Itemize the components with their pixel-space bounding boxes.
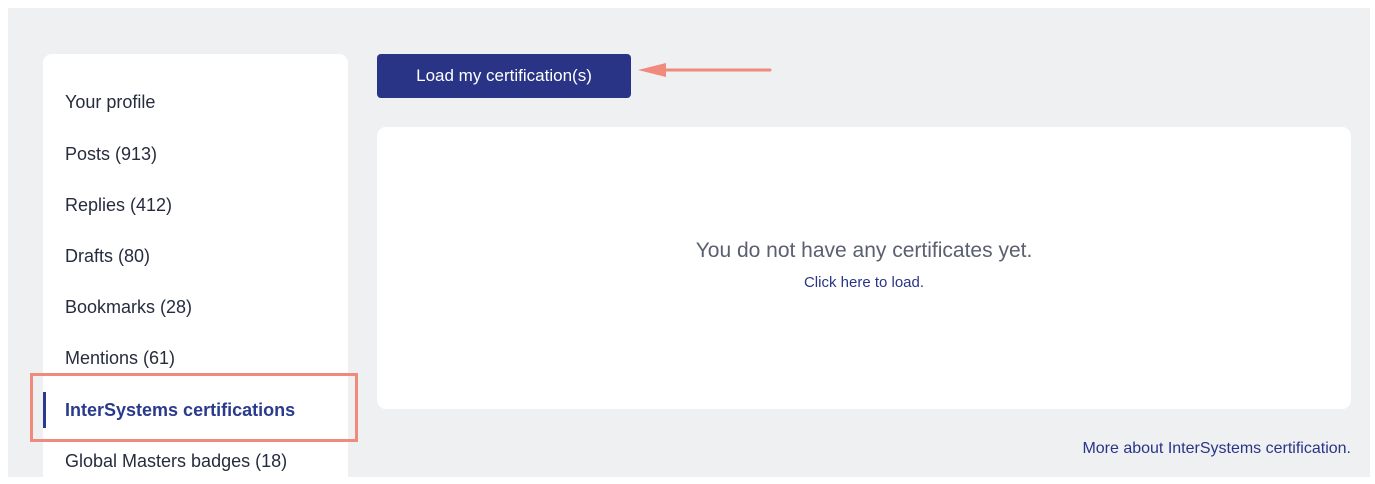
sidebar-item-label: InterSystems certifications [65,400,296,420]
sidebar-item-label: Your profile [65,92,156,112]
sidebar-item-drafts[interactable]: Drafts (80) [43,238,348,274]
sidebar-item-label: Bookmarks (28) [65,297,193,317]
empty-state-message: You do not have any certificates yet. [695,239,1033,262]
sidebar-item-label: Posts (913) [65,144,158,164]
sidebar-item-posts[interactable]: Posts (913) [43,136,348,172]
sidebar-item-bookmarks[interactable]: Bookmarks (28) [43,289,348,325]
active-indicator [43,392,46,428]
sidebar-item-global-masters-badges[interactable]: Global Masters badges (18) [43,443,348,479]
sidebar-item-mentions[interactable]: Mentions (61) [43,340,348,376]
certificates-panel: You do not have any certificates yet. Cl… [377,127,1351,409]
load-certificates-link[interactable]: Click here to load. [377,274,1351,291]
sidebar-item-replies[interactable]: Replies (412) [43,187,348,223]
sidebar-item-intersystems-certifications[interactable]: InterSystems certifications [43,392,348,428]
sidebar-item-your-profile[interactable]: Your profile [43,84,348,120]
sidebar-item-label: Mentions (61) [65,348,176,368]
sidebar-item-label: Replies (412) [65,195,173,215]
sidebar-item-label: Global Masters badges (18) [65,451,288,471]
more-about-certification-link[interactable]: More about InterSystems certification. [1082,440,1351,458]
load-certifications-button[interactable]: Load my certification(s) [377,54,631,98]
annotation-arrow-icon [638,63,772,77]
profile-sidebar: Your profile Posts (913) Replies (412) D… [43,54,348,484]
sidebar-item-label: Drafts (80) [65,246,151,266]
